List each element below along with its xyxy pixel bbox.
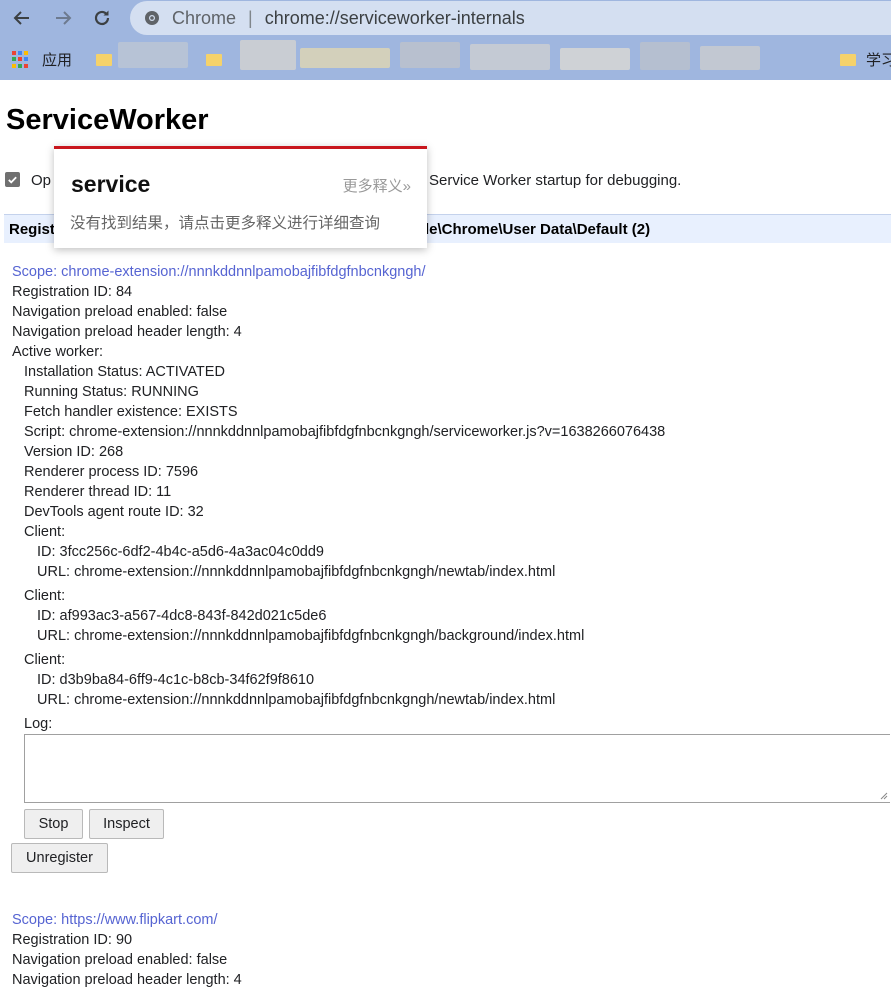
more-definitions-link[interactable]: 更多释义»	[343, 175, 411, 196]
log-textarea[interactable]	[24, 734, 890, 803]
active-worker-label: Active worker:	[12, 344, 104, 360]
client-id: ID: af993ac3-a567-4dc8-843f-842d021c5de6	[37, 608, 327, 624]
devtools-route-id: DevTools agent route ID: 32	[24, 504, 204, 520]
client-id: ID: d3b9ba84-6ff9-4c1c-b8cb-34f62f9f8610	[37, 672, 315, 688]
version-id: Version ID: 268	[24, 444, 124, 460]
script-url: Script: chrome-extension://nnnkddnnlpamo…	[24, 424, 666, 440]
popup-word: service	[71, 171, 151, 197]
fetch-handler-existence: Fetch handler existence: EXISTS	[24, 404, 238, 420]
client-url: URL: chrome-extension://nnnkddnnlpamobaj…	[37, 692, 556, 708]
inspect-button[interactable]: Inspect	[89, 809, 164, 839]
log-label: Log:	[24, 716, 53, 732]
running-status: Running Status: RUNNING	[24, 384, 199, 400]
scope-link[interactable]: Scope: chrome-extension://nnnkddnnlpamob…	[12, 262, 426, 282]
unregister-button[interactable]: Unregister	[11, 843, 108, 873]
client-heading: Client:	[24, 588, 66, 604]
client-heading: Client:	[24, 652, 66, 668]
renderer-thread-id: Renderer thread ID: 11	[24, 484, 172, 500]
client-url: URL: chrome-extension://nnnkddnnlpamobaj…	[37, 564, 556, 580]
installation-status: Installation Status: ACTIVATED	[24, 364, 225, 380]
client-url: URL: chrome-extension://nnnkddnnlpamobaj…	[37, 628, 585, 644]
client-id: ID: 3fcc256c-6df2-4b4c-a5d6-4a3ac04c0dd9	[37, 544, 324, 560]
nav-preload-header-length: Navigation preload header length: 4	[12, 324, 242, 340]
nav-preload-enabled: Navigation preload enabled: false	[12, 304, 228, 320]
popup-message: 没有找到结果，请点击更多释义进行详细查询	[70, 215, 381, 232]
client-heading: Client:	[24, 524, 66, 540]
registration-id: Registration ID: 84	[12, 284, 133, 300]
stop-button[interactable]: Stop	[24, 809, 83, 839]
resize-grip-icon[interactable]	[880, 792, 888, 800]
dictionary-popup: service 更多释义» 没有找到结果，请点击更多释义进行详细查询	[54, 146, 427, 248]
renderer-process-id: Renderer process ID: 7596	[24, 464, 199, 480]
